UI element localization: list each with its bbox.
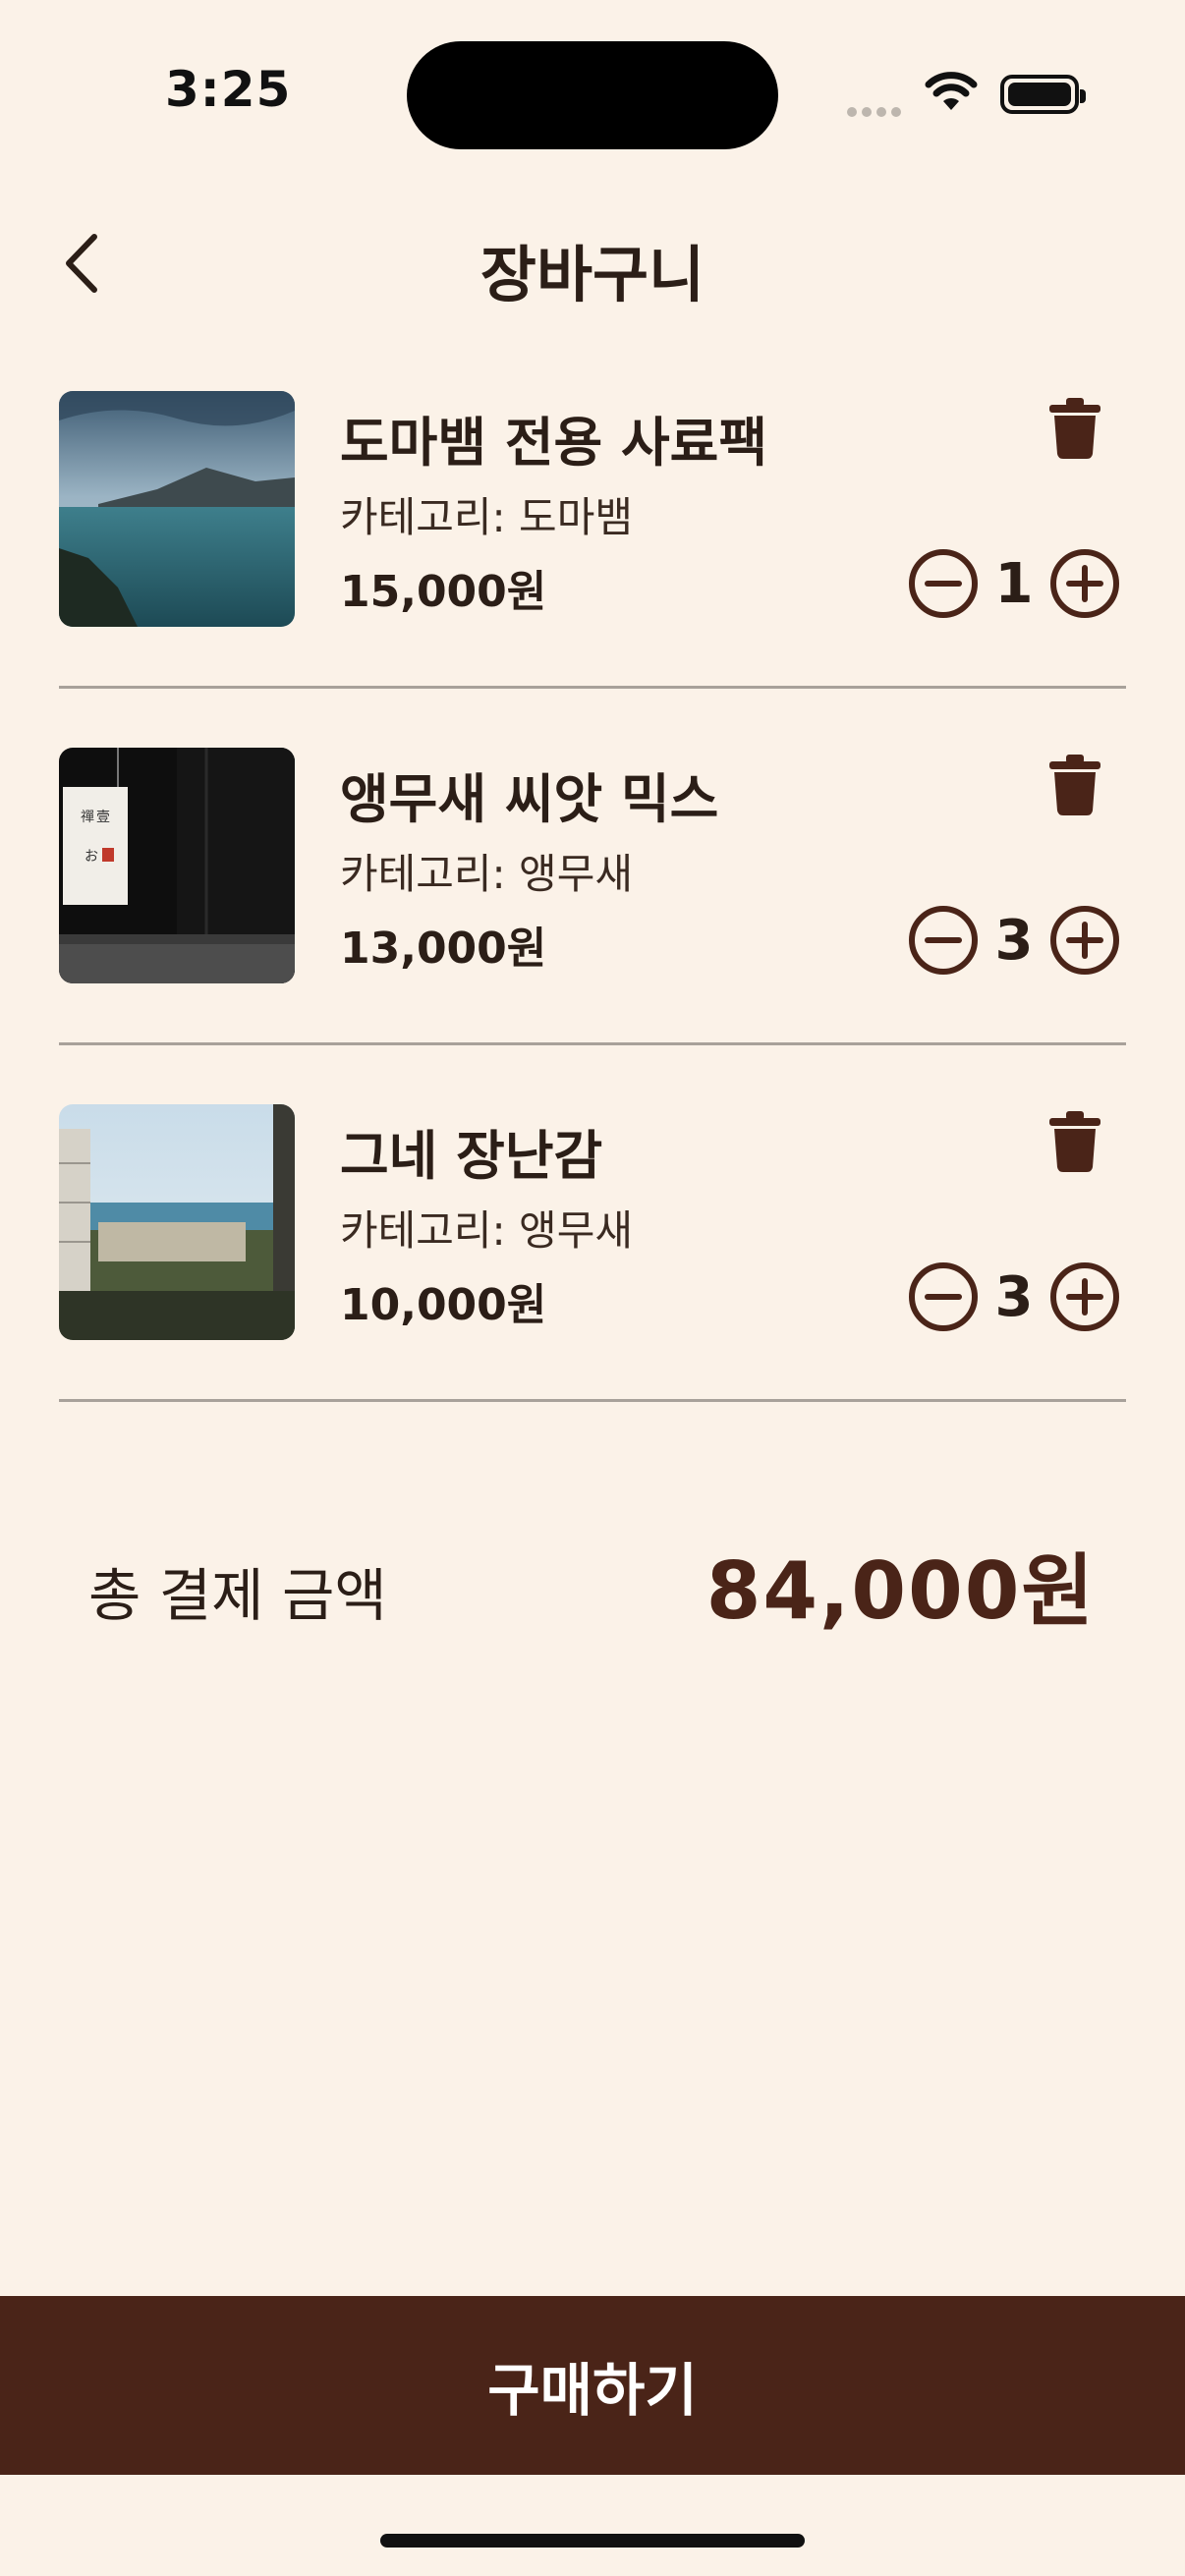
total-label: 총 결제 금액 — [88, 1562, 387, 1629]
trash-icon[interactable] — [1047, 397, 1102, 460]
plus-button[interactable] — [1049, 905, 1120, 976]
item-divider — [59, 1399, 1126, 1402]
cart-item: 도마뱀 전용 사료팩 카테고리: 도마뱀 15,000원 1 — [59, 391, 1126, 696]
wifi-icon — [925, 72, 978, 110]
trash-icon[interactable] — [1047, 1110, 1102, 1173]
item-price: 15,000원 — [340, 567, 547, 617]
total-value: 84,000원 — [705, 1545, 1096, 1637]
minus-button[interactable] — [908, 905, 979, 976]
nav-bar: 장바구니 — [0, 211, 1185, 310]
svg-text:禪: 禪 — [81, 810, 94, 825]
item-name: 도마뱀 전용 사료팩 — [340, 412, 768, 474]
home-indicator — [380, 2534, 805, 2548]
item-price: 10,000원 — [340, 1280, 547, 1330]
quantity-value: 3 — [994, 1264, 1034, 1329]
item-divider — [59, 686, 1126, 689]
item-category: 카테고리: 도마뱀 — [340, 493, 633, 541]
battery-icon — [1000, 75, 1086, 114]
minus-button[interactable] — [908, 1261, 979, 1332]
item-divider — [59, 1042, 1126, 1045]
product-image[interactable]: 禪 壹 お — [59, 748, 295, 983]
cellular-signal-icon — [847, 102, 906, 121]
quantity-value: 1 — [994, 551, 1034, 616]
item-name: 그네 장난감 — [340, 1125, 603, 1187]
minus-button[interactable] — [908, 548, 979, 619]
dynamic-island — [407, 41, 778, 149]
total-row: 총 결제 금액 84,000원 — [88, 1528, 1096, 1637]
quantity-stepper: 3 — [908, 1260, 1120, 1334]
plus-button[interactable] — [1049, 548, 1120, 619]
product-image[interactable] — [59, 1104, 295, 1340]
svg-text:壹: 壹 — [96, 810, 110, 825]
page-title: 장바구니 — [480, 239, 705, 310]
svg-text:お: お — [85, 849, 98, 865]
cart-item: 禪 壹 お 앵무새 씨앗 믹스 카테고리: 앵무새 13,000원 3 — [59, 748, 1126, 1052]
cart-item: 그네 장난감 카테고리: 앵무새 10,000원 3 — [59, 1104, 1126, 1409]
buy-button[interactable]: 구매하기 — [0, 2296, 1185, 2475]
trash-icon[interactable] — [1047, 754, 1102, 816]
quantity-stepper: 1 — [908, 546, 1120, 621]
item-name: 앵무새 씨앗 믹스 — [340, 768, 719, 830]
status-bar: 3:25 — [0, 0, 1185, 187]
item-category: 카테고리: 앵무새 — [340, 850, 633, 898]
product-image[interactable] — [59, 391, 295, 627]
status-time: 3:25 — [165, 61, 292, 118]
quantity-value: 3 — [994, 908, 1034, 973]
plus-button[interactable] — [1049, 1261, 1120, 1332]
item-category: 카테고리: 앵무새 — [340, 1206, 633, 1255]
quantity-stepper: 3 — [908, 903, 1120, 978]
item-price: 13,000원 — [340, 924, 547, 974]
